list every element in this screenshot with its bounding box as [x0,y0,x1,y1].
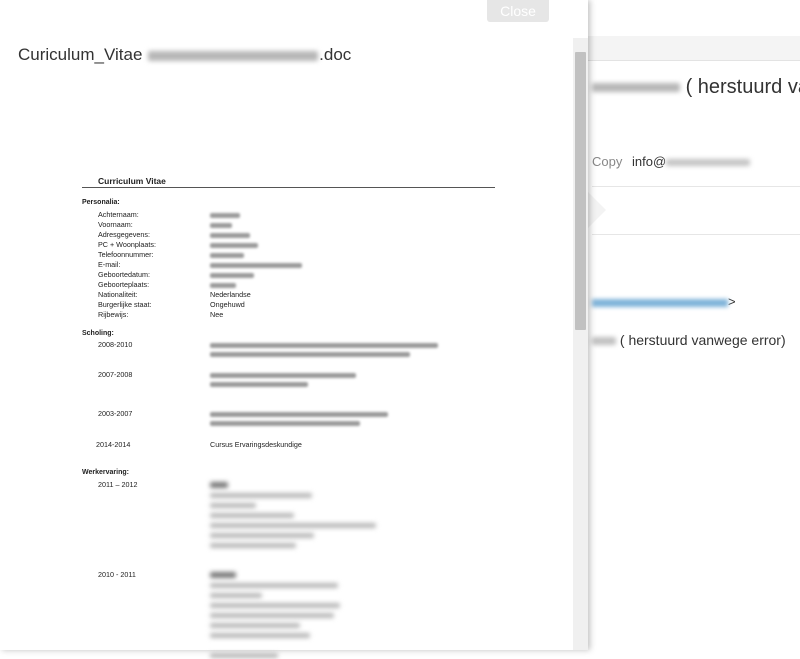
work-years: 2010 - 2011 [98,570,136,579]
copy-label: Copy [592,154,623,169]
document-filename: Curiculum_Vitae .doc [18,45,351,65]
redacted-work-line [210,570,236,579]
cv-heading-rule [82,187,495,188]
email-subject: ( herstuurd va [592,76,800,99]
filename-prefix: Curiculum_Vitae [18,45,143,64]
redacted-work-line [210,580,338,588]
section-werkervaring: Werkervaring: [82,469,129,476]
redacted-value [210,212,240,218]
redacted-work-line [210,650,278,658]
redacted-sender-name [592,83,680,93]
sender-email-bracket: > [728,294,736,309]
personal-label: Nationaliteit: [98,290,138,299]
redacted-work-line [210,490,312,498]
personal-value: Ongehuwd [210,300,245,309]
personal-value [210,210,240,219]
close-button[interactable]: Close [487,0,549,22]
email-topbar [588,0,800,37]
redacted-line [210,349,438,358]
personal-value: Nee [210,310,224,319]
education-years: 2014-2014 [96,440,131,449]
email-body-text: ( herstuurd vanwege error) [619,332,786,348]
personal-value [210,270,254,279]
personal-value [210,260,302,269]
personal-label: PC + Woonplaats: [98,240,156,249]
redacted-line [210,340,438,349]
redacted-line [210,409,388,418]
personal-label: Achternaam: [98,210,139,219]
personal-value [210,240,258,249]
redacted-value [210,272,254,278]
personal-label: Adresgegevens: [98,230,150,239]
section-scholing: Scholing: [82,330,114,337]
redacted-value [210,252,244,258]
cv-heading: Curriculum Vitae [98,176,166,186]
education-description [210,409,388,427]
filename-extension: .doc [319,45,352,64]
email-subject-text: ( herstuurd va [685,76,800,98]
sender-email-line: > [592,294,736,309]
redacted-filename-part [148,50,319,61]
redacted-work-line [210,540,296,548]
work-years: 2011 – 2012 [98,480,138,489]
personal-label: E-mail: [98,260,121,269]
personal-label: Voornaam: [98,220,133,229]
body-divider [592,234,800,235]
personal-value [210,250,244,259]
redacted-work-line [210,480,228,489]
email-message-pane: ( herstuurd va Copy info@ > ( herstuurd … [588,0,800,650]
redacted-work-line [210,630,310,638]
redacted-work-line [210,520,376,528]
redacted-work-line [210,510,294,518]
section-personalia: Personalia: [82,199,120,206]
personal-value [210,230,250,239]
email-toolbar-strip [588,36,800,61]
redacted-work-line [210,530,314,538]
personal-label: Geboorteplaats: [98,280,150,289]
redacted-work-line [210,500,256,508]
redacted-value [210,242,258,248]
redacted-work-line [210,620,300,628]
copy-recipient[interactable]: info@ [632,154,666,169]
education-years: 2007-2008 [98,370,133,379]
education-description: Cursus Ervaringsdeskundige [210,440,302,449]
redacted-copy-domain [666,159,751,167]
redacted-work-line [210,600,340,608]
viewer-scrollbar-thumb[interactable] [575,52,586,330]
redacted-work-line [210,590,262,598]
redacted-line [210,418,388,427]
education-description [210,340,438,358]
redacted-line [210,370,356,379]
redacted-body-name [592,337,616,346]
header-divider [592,186,800,187]
sender-email-link[interactable] [592,298,728,307]
personal-label: Rijbewijs: [98,310,129,319]
redacted-value [210,232,250,238]
redacted-value [210,222,232,228]
personal-label: Geboortedatum: [98,270,150,279]
education-description [210,370,356,388]
attachment-pointer [588,192,606,228]
document-viewer-modal: Close Curiculum_Vitae .doc Curriculum Vi… [0,0,588,658]
education-years: 2008-2010 [98,340,133,349]
personal-value: Nederlandse [210,290,251,299]
personal-value [210,220,232,229]
education-years: 2003-2007 [98,409,133,418]
redacted-work-line [210,610,334,618]
personal-label: Telefoonnummer: [98,250,154,259]
redacted-value [210,282,236,288]
email-copy-row: Copy info@ [592,154,751,169]
personal-label: Burgerlijke staat: [98,300,152,309]
redacted-value [210,262,302,268]
email-body-line: ( herstuurd vanwege error) [592,332,786,348]
redacted-line [210,379,356,388]
personal-value [210,280,236,289]
